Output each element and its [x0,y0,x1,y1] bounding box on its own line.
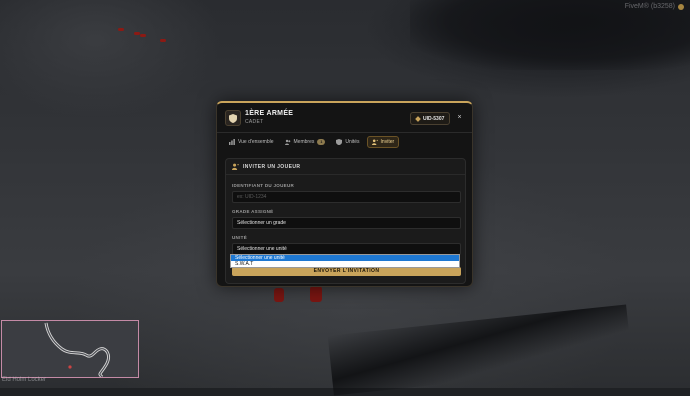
minimap-road [44,322,110,379]
traffic-cone [160,39,166,42]
close-button[interactable]: × [454,112,465,123]
watermark-text: FiveM® (b3258) [624,3,675,10]
faction-title: 1ÈRE ARMÉE [245,110,294,117]
grade-select[interactable]: Sélectionner un grade [232,217,461,229]
traffic-cone [118,28,124,31]
background-ridge [410,0,690,70]
header-divider [217,132,472,133]
shield-icon [225,110,241,126]
modal-header: 1ÈRE ARMÉE CADET UID-5307 × [217,103,472,131]
tab-members[interactable]: Membres 1 [281,136,330,148]
unit-label: UNITÉ [232,235,247,240]
section-header: INVITER UN JOUEUR [226,159,465,175]
fivem-watermark: FiveM® (b3258) [625,3,684,10]
user-plus-icon [232,163,239,170]
tab-overview[interactable]: Vue d'ensemble [225,136,278,148]
player-id-label: IDENTIFIANT DU JOUEUR [232,183,295,188]
faction-rank: CADET [245,119,264,125]
section-title: INVITER UN JOUEUR [243,163,301,170]
tab-label: Membres [293,139,315,145]
tab-label: Vue d'ensemble [238,139,274,145]
grid-icon [229,139,235,145]
send-invitation-button[interactable]: ENVOYER L'INVITATION [232,267,461,276]
player-figure [310,286,322,302]
tab-units[interactable]: Unités [332,136,363,148]
units-icon [336,139,343,145]
unit-dropdown-list: Sélectionner une unité S.W.A.T [230,254,460,268]
uid-text: UID-5307 [423,115,445,122]
unit-option[interactable]: S.W.A.T [231,261,459,267]
member-count-badge: 1 [317,139,326,145]
fivem-logo-icon [678,3,684,10]
user-plus-icon [371,139,378,145]
users-icon [284,139,290,145]
minimap-location-label: Eld Holm Locker [2,377,47,383]
traffic-cone [140,34,146,37]
player-figure [274,288,284,302]
diamond-icon [415,115,421,122]
uid-badge: UID-5307 [410,112,451,125]
grade-label: GRADE ASSIGNÉ [232,209,274,214]
tab-bar: Vue d'ensemble Membres 1 Unités Inviter [225,136,400,148]
player-id-input[interactable] [232,191,461,203]
tab-label: Inviter [380,139,395,145]
tab-invite[interactable]: Inviter [366,136,400,148]
minimap [1,320,139,379]
tab-label: Unités [345,139,360,145]
